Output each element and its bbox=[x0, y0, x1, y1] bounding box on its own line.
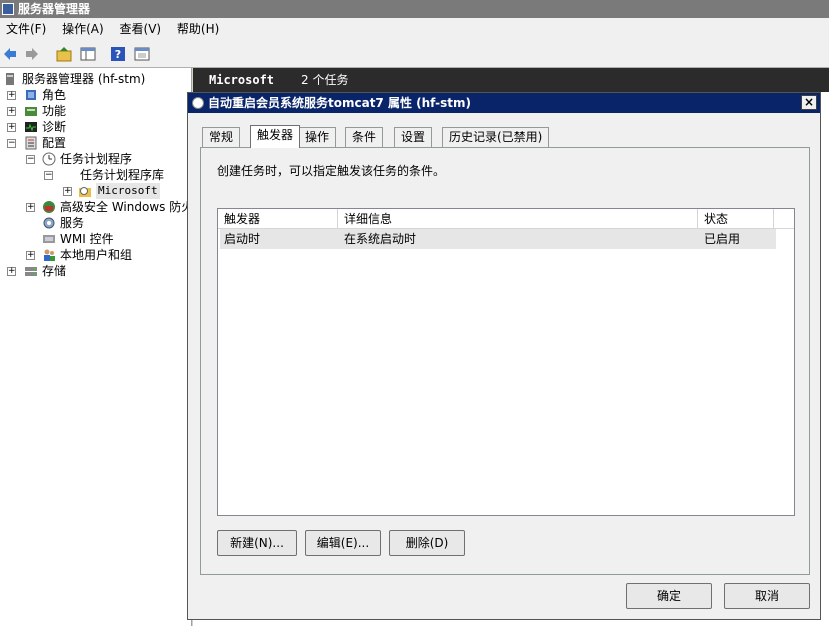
collapse-icon[interactable]: − bbox=[7, 139, 16, 148]
triggers-panel: 创建任务时，可以指定触发该任务的条件。 触发器 详细信息 状态 启动时 在系统启… bbox=[200, 147, 810, 575]
new-trigger-button[interactable]: 新建(N)... bbox=[217, 530, 297, 556]
tab-actions[interactable]: 操作 bbox=[298, 127, 337, 147]
tab-settings[interactable]: 设置 bbox=[394, 127, 433, 147]
cell-details: 在系统启动时 bbox=[344, 232, 417, 246]
collapse-icon[interactable]: − bbox=[44, 171, 53, 180]
help-icon[interactable]: ? bbox=[110, 46, 126, 62]
table-row[interactable]: 启动时 在系统启动时 已启用 bbox=[220, 229, 776, 249]
server-icon bbox=[6, 73, 14, 85]
diagnostics-icon bbox=[25, 122, 37, 132]
tree-label-services: 服务 bbox=[60, 216, 85, 230]
collapse-icon[interactable]: − bbox=[26, 155, 35, 164]
tree-label-task-library: 任务计划程序库 bbox=[80, 168, 165, 182]
services-gear-icon bbox=[43, 217, 55, 229]
properties-dialog: 自动重启会员系统服务tomcat7 属性 (hf-stm) × 常规 触发器 操… bbox=[187, 92, 821, 620]
tab-general[interactable]: 常规 bbox=[202, 127, 241, 147]
up-folder-icon[interactable] bbox=[56, 46, 72, 62]
tree-label-configuration: 配置 bbox=[42, 136, 67, 150]
tree-item-diagnostics[interactable]: + 诊断 bbox=[2, 119, 182, 135]
folder-clock-icon bbox=[79, 187, 91, 197]
wmi-icon bbox=[43, 235, 55, 243]
tree-item-storage[interactable]: + 存储 bbox=[2, 263, 182, 279]
tab-triggers[interactable]: 触发器 bbox=[250, 125, 301, 148]
tree-label-diagnostics: 诊断 bbox=[42, 120, 67, 134]
tree-item-microsoft[interactable]: + Microsoft bbox=[2, 183, 187, 199]
edit-trigger-button[interactable]: 编辑(E)... bbox=[305, 530, 381, 556]
window-title: 服务器管理器 bbox=[18, 2, 91, 16]
tree-label-wmi: WMI 控件 bbox=[60, 232, 114, 246]
task-clock-icon bbox=[192, 97, 204, 109]
storage-icon bbox=[25, 267, 37, 276]
tab-conditions[interactable]: 条件 bbox=[345, 127, 384, 147]
tree-label-root: 服务器管理器 (hf-stm) bbox=[22, 72, 146, 86]
dialog-title: 自动重启会员系统服务tomcat7 属性 (hf-stm) bbox=[208, 96, 472, 110]
ok-button[interactable]: 确定 bbox=[626, 583, 712, 609]
menu-action[interactable]: 操作(A) bbox=[56, 18, 110, 40]
tree-label-features: 功能 bbox=[42, 104, 67, 118]
dialog-title-bar[interactable]: 自动重启会员系统服务tomcat7 属性 (hf-stm) × bbox=[188, 93, 820, 113]
navigation-tree: 服务器管理器 (hf-stm) + 角色 + 功能 + 诊断 − 配置 − 任务… bbox=[0, 68, 192, 626]
cancel-button[interactable]: 取消 bbox=[724, 583, 810, 609]
tree-label-firewall: 高级安全 Windows 防火 bbox=[60, 200, 190, 214]
window-title-bar: 服务器管理器 bbox=[0, 0, 829, 18]
tree-item-wmi[interactable]: WMI 控件 bbox=[2, 231, 182, 247]
tree-label-task-scheduler: 任务计划程序 bbox=[60, 152, 133, 166]
svg-text:?: ? bbox=[115, 48, 121, 61]
expand-icon[interactable]: + bbox=[63, 187, 72, 196]
menu-bar: 文件(F) 操作(A) 查看(V) 帮助(H) bbox=[0, 18, 829, 40]
menu-help[interactable]: 帮助(H) bbox=[171, 18, 225, 40]
triggers-list[interactable]: 触发器 详细信息 状态 启动时 在系统启动时 已启用 bbox=[217, 208, 795, 516]
expand-icon[interactable]: + bbox=[7, 107, 16, 116]
expand-icon[interactable]: + bbox=[7, 91, 16, 100]
tree-label-storage: 存储 bbox=[42, 264, 67, 278]
tab-history[interactable]: 历史记录(已禁用) bbox=[442, 127, 550, 147]
roles-icon bbox=[26, 90, 36, 100]
features-icon bbox=[25, 107, 37, 116]
back-arrow-icon[interactable] bbox=[2, 46, 18, 62]
content-header: Microsoft 2 个任务 bbox=[193, 68, 829, 92]
column-header-details[interactable]: 详细信息 bbox=[338, 209, 698, 229]
expand-icon[interactable]: + bbox=[26, 251, 35, 260]
tree-item-features[interactable]: + 功能 bbox=[2, 103, 182, 119]
tree-label-local-users: 本地用户和组 bbox=[60, 248, 133, 262]
content-folder-name: Microsoft bbox=[209, 73, 275, 87]
expand-icon[interactable]: + bbox=[26, 203, 35, 212]
close-button[interactable]: × bbox=[801, 95, 817, 110]
users-icon bbox=[44, 249, 55, 261]
column-header-trigger[interactable]: 触发器 bbox=[218, 209, 338, 229]
configuration-icon bbox=[25, 136, 37, 150]
clock-icon bbox=[42, 152, 56, 166]
tree-item-task-library[interactable]: − 任务计划程序库 bbox=[2, 167, 187, 183]
show-hide-tree-icon[interactable] bbox=[80, 46, 96, 62]
cell-trigger: 启动时 bbox=[224, 232, 261, 246]
tree-item-task-scheduler[interactable]: − 任务计划程序 bbox=[2, 151, 187, 167]
tree-label-microsoft: Microsoft bbox=[96, 183, 160, 199]
firewall-icon bbox=[43, 201, 55, 213]
tree-item-services[interactable]: 服务 bbox=[2, 215, 182, 231]
cell-status: 已启用 bbox=[704, 232, 741, 246]
tree-item-firewall[interactable]: + 高级安全 Windows 防火 bbox=[2, 199, 190, 215]
tree-item-configuration[interactable]: − 配置 bbox=[2, 135, 182, 151]
toolbar: ? bbox=[0, 40, 829, 68]
tree-label-roles: 角色 bbox=[42, 88, 67, 102]
column-header-filler bbox=[774, 209, 794, 229]
tree-item-local-users[interactable]: + 本地用户和组 bbox=[2, 247, 182, 263]
column-header-status[interactable]: 状态 bbox=[698, 209, 774, 229]
tree-item-roles[interactable]: + 角色 bbox=[2, 87, 182, 103]
menu-file[interactable]: 文件(F) bbox=[0, 18, 52, 40]
expand-icon[interactable]: + bbox=[7, 267, 16, 276]
content-task-count: 2 个任务 bbox=[301, 73, 349, 87]
forward-arrow-icon[interactable] bbox=[24, 46, 40, 62]
triggers-description: 创建任务时，可以指定触发该任务的条件。 bbox=[217, 164, 446, 178]
server-manager-icon bbox=[2, 3, 14, 15]
properties-icon[interactable] bbox=[134, 46, 150, 62]
delete-trigger-button[interactable]: 删除(D) bbox=[389, 530, 465, 556]
expand-icon[interactable]: + bbox=[7, 123, 16, 132]
menu-view[interactable]: 查看(V) bbox=[114, 18, 168, 40]
